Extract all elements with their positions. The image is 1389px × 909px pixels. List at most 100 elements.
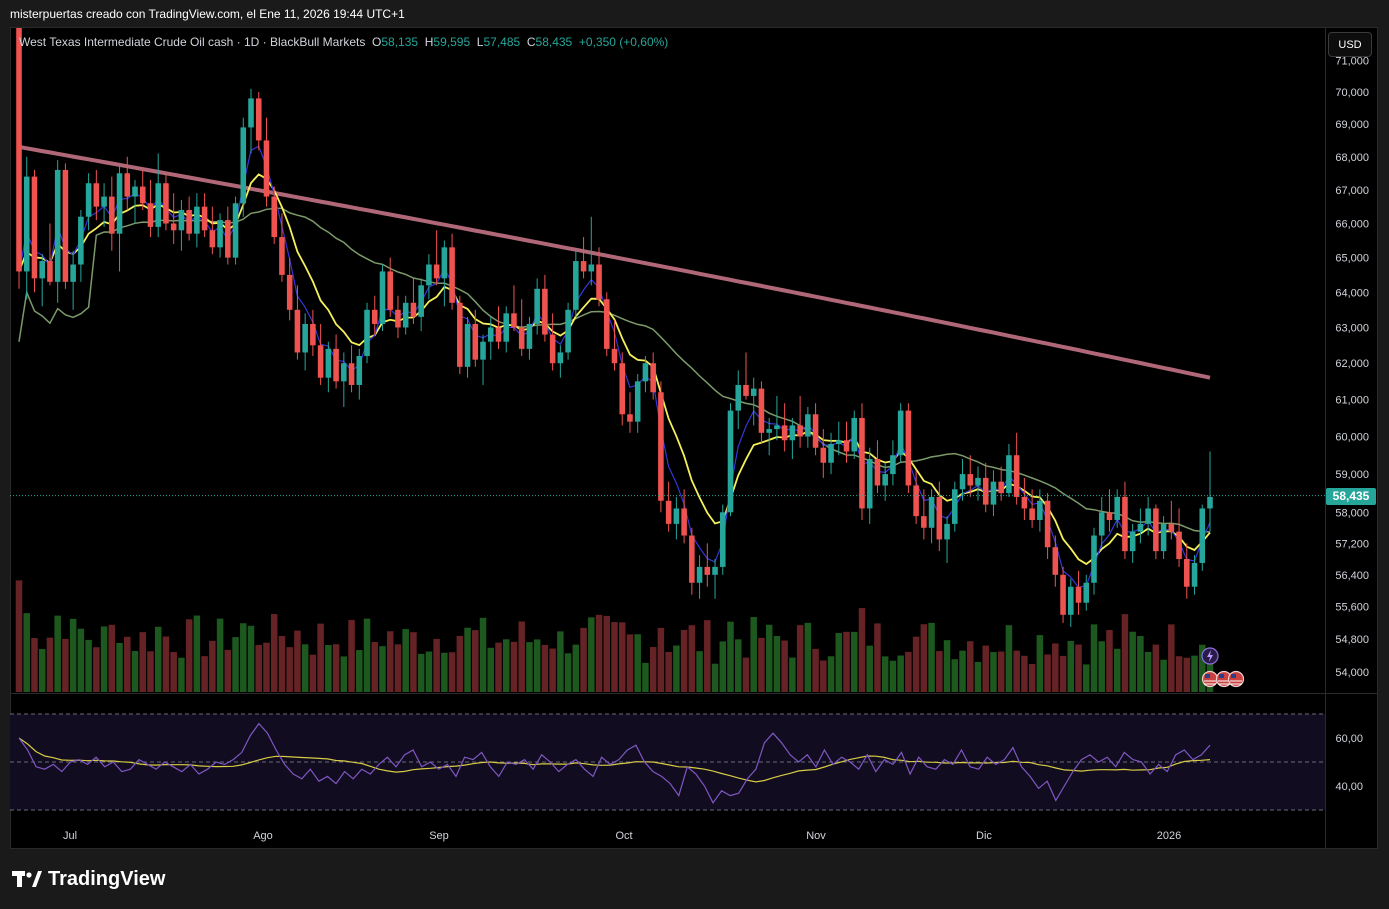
candle-body [333, 348, 339, 382]
volume-bar [804, 622, 812, 692]
volume-bar [967, 641, 974, 692]
currency-button[interactable]: USD [1328, 32, 1372, 57]
volume-bar [1059, 655, 1067, 692]
candle-body [371, 309, 378, 324]
volume-bar [479, 617, 487, 692]
candle [866, 447, 873, 524]
volume-bar [201, 656, 208, 692]
volume-bar [1021, 655, 1028, 692]
candle-body [495, 327, 502, 342]
candle-body [449, 247, 455, 303]
volume-bar [178, 657, 185, 692]
low-value: 57,485 [483, 35, 521, 49]
candle-body [217, 220, 223, 248]
candle-body [812, 414, 819, 448]
candle-body [209, 230, 216, 248]
volume-bar [974, 661, 982, 692]
price-tick-label: 62,000 [1335, 358, 1369, 370]
volume-bar [928, 622, 935, 692]
flag-canton [1205, 674, 1210, 678]
volume-bar [38, 649, 46, 692]
volume-bar [634, 634, 641, 692]
candle-body [395, 309, 401, 328]
flag-canton [1231, 674, 1236, 678]
volume-bar [402, 629, 409, 692]
candle [109, 176, 115, 251]
candle-body [341, 363, 347, 382]
volume-bar [456, 635, 464, 692]
candle-body [1122, 496, 1128, 552]
candle-body [673, 508, 680, 524]
time-tick-label: Nov [806, 830, 826, 842]
candle [348, 345, 355, 393]
volume-bar [1036, 635, 1044, 692]
volume-bar [124, 636, 131, 692]
volume-bar [371, 642, 379, 692]
volume-bar [209, 640, 216, 692]
volume-bar [827, 656, 835, 692]
candle [743, 352, 749, 400]
volume-bar [657, 627, 665, 692]
volume-bar [549, 648, 556, 692]
candle-body [866, 458, 873, 509]
volume-bar [1168, 624, 1175, 692]
candle-body [642, 363, 649, 382]
tradingview-icon [12, 871, 42, 887]
tradingview-logo[interactable]: TradingView [12, 868, 165, 890]
candle-body [1013, 455, 1020, 497]
volume-bar [734, 639, 742, 692]
volume-bar [951, 659, 959, 692]
volume-bar [410, 632, 417, 692]
volume-bar [54, 615, 61, 692]
price-tick-label: 69,000 [1335, 119, 1369, 131]
volume-bar [348, 619, 355, 692]
candle-body [503, 313, 510, 342]
symbol-title: West Texas Intermediate Crude Oil cash ·… [19, 35, 366, 49]
candle [518, 299, 525, 357]
candle [101, 183, 107, 227]
candle [797, 395, 803, 448]
candle [812, 403, 819, 456]
volume-bar [688, 625, 696, 692]
price-tick-label: 64,000 [1335, 287, 1369, 299]
candle [333, 334, 339, 389]
volume-bar [603, 615, 611, 692]
volume-bar [673, 645, 680, 692]
candle-body [124, 173, 131, 197]
candle-body [1021, 496, 1028, 509]
candle-body [681, 508, 687, 536]
volume-bar [240, 623, 247, 692]
volume-bar [255, 644, 262, 692]
candle [325, 341, 332, 393]
candle [549, 313, 556, 371]
candle-body [62, 169, 69, 282]
volume-bar [1106, 629, 1113, 692]
candle-body [472, 323, 479, 360]
volume-bar [309, 654, 317, 692]
candle [603, 292, 610, 357]
volume-bar [665, 651, 672, 692]
candle-body [1114, 496, 1120, 521]
volume-bar [510, 641, 518, 692]
volume-bar [1067, 640, 1075, 692]
candle [1098, 496, 1105, 548]
candle [1199, 504, 1206, 571]
volume-bar [139, 632, 146, 692]
volume-bar [642, 662, 649, 692]
candle-body [743, 384, 749, 396]
volume-bar [464, 627, 471, 692]
candle-body [712, 566, 718, 575]
volume-bar [502, 639, 510, 692]
close-label: C [526, 35, 536, 49]
candle-body [719, 512, 726, 567]
candle [310, 309, 316, 357]
candle-body [518, 327, 525, 349]
volume-bar [889, 660, 897, 692]
candle-body [178, 210, 185, 231]
volume-bar [425, 651, 433, 692]
chart-canvas[interactable]: 71,00070,00069,00068,00067,00066,00065,0… [0, 0, 1389, 909]
candle [774, 395, 780, 441]
candle [464, 316, 471, 378]
candle [54, 160, 61, 303]
candle-body [23, 176, 30, 272]
